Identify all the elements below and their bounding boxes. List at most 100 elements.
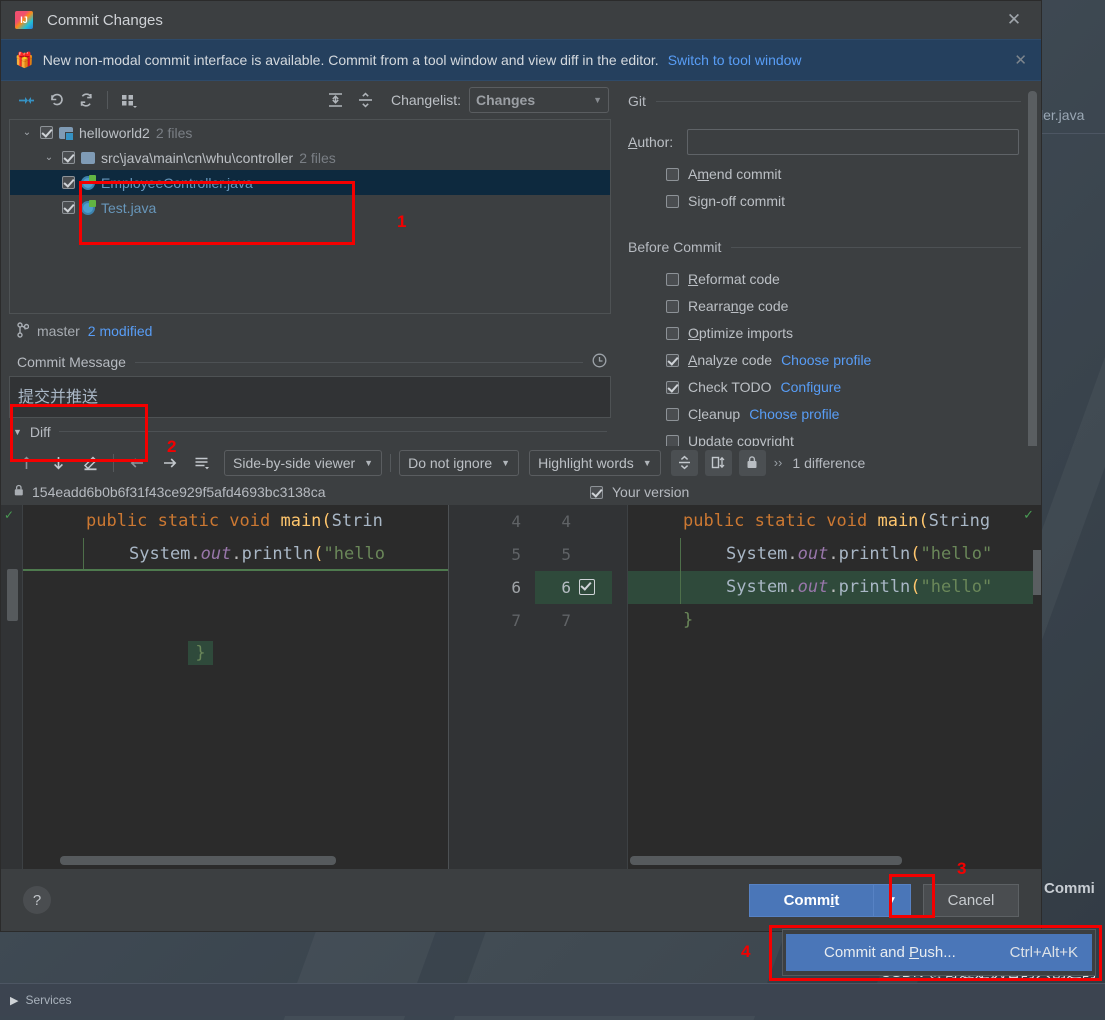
commit-changes-dialog: Commit Changes ✕ 🎁 New non-modal commit … bbox=[0, 0, 1042, 932]
diff-right-hscrollbar[interactable] bbox=[630, 856, 902, 865]
changed-files-tree[interactable]: ⌄ helloworld2 2 files ⌄ src\java\main\cn… bbox=[9, 119, 611, 314]
compare-columns-icon[interactable] bbox=[704, 449, 732, 476]
diff-right-vscrollbar[interactable] bbox=[1033, 504, 1041, 869]
chevron-down-icon[interactable]: ▼ bbox=[13, 427, 22, 437]
author-row: Author: bbox=[620, 129, 1041, 155]
git-branch-icon bbox=[17, 321, 30, 341]
check-todo-checkbox[interactable] bbox=[666, 380, 679, 394]
signoff-commit-checkbox[interactable] bbox=[666, 194, 679, 208]
tree-row-count: 2 files bbox=[155, 124, 193, 141]
collapse-unchanged-icon[interactable] bbox=[670, 449, 698, 476]
optimize-imports-checkbox[interactable] bbox=[666, 326, 679, 340]
check-todo-row[interactable]: Check TODO Configure bbox=[620, 379, 1041, 395]
code-line: } bbox=[23, 568, 448, 665]
services-label[interactable]: Services bbox=[25, 993, 71, 1007]
modified-count-link[interactable]: 2 modified bbox=[88, 323, 153, 339]
chevron-down-icon: ▼ bbox=[593, 95, 602, 105]
accept-all-icon[interactable]: ✓ bbox=[1023, 507, 1034, 523]
tree-row-checkbox[interactable] bbox=[62, 176, 75, 189]
rearrange-code-row[interactable]: Rearrange code bbox=[620, 298, 1041, 314]
cleanup-choose-profile-link[interactable]: Choose profile bbox=[749, 406, 839, 422]
chevron-down-icon[interactable]: ⌄ bbox=[42, 152, 56, 163]
gutter-row: 55 bbox=[449, 538, 612, 571]
right-panel-scrollbar[interactable] bbox=[1028, 91, 1037, 446]
reformat-code-checkbox[interactable] bbox=[666, 272, 679, 286]
notification-banner: 🎁 New non-modal commit interface is avai… bbox=[1, 39, 1041, 81]
gutter-row: 77 bbox=[449, 604, 612, 637]
next-difference-icon[interactable] bbox=[43, 449, 73, 477]
commit-message-input[interactable]: 提交并推送 bbox=[9, 376, 611, 418]
expand-all-icon[interactable] bbox=[321, 86, 351, 114]
status-bar: ▶ Services bbox=[0, 983, 1105, 1016]
update-copyright-row[interactable]: Update copyright bbox=[620, 433, 1041, 446]
accept-change-checkbox[interactable] bbox=[579, 579, 595, 595]
rearrange-code-checkbox[interactable] bbox=[666, 299, 679, 313]
amend-commit-checkbox[interactable] bbox=[666, 167, 679, 181]
refresh-icon[interactable] bbox=[71, 86, 101, 114]
tree-row-checkbox[interactable] bbox=[62, 201, 75, 214]
clock-icon[interactable] bbox=[592, 353, 607, 372]
right-line-number: 6 bbox=[561, 577, 571, 597]
right-column: Git Author: Amend commit Sign-off commit bbox=[619, 81, 1041, 446]
gift-icon: 🎁 bbox=[15, 52, 34, 69]
commit-button[interactable]: Commit bbox=[749, 883, 873, 917]
services-icon[interactable]: ▶ bbox=[10, 994, 18, 1007]
switch-to-tool-window-link[interactable]: Switch to tool window bbox=[668, 52, 802, 68]
your-version-checkbox[interactable] bbox=[590, 485, 603, 499]
author-input[interactable] bbox=[687, 129, 1019, 155]
changelist-select[interactable]: Changes ▼ bbox=[469, 87, 609, 113]
reformat-code-row[interactable]: Reformat code bbox=[620, 271, 1041, 287]
group-by-icon[interactable] bbox=[114, 86, 144, 114]
analyze-choose-profile-link[interactable]: Choose profile bbox=[781, 352, 871, 368]
tree-row-checkbox[interactable] bbox=[40, 126, 53, 139]
background-editor-tab[interactable]: ler.java bbox=[1040, 96, 1105, 134]
right-line-number: 7 bbox=[561, 610, 571, 630]
left-line-number: 6 bbox=[511, 577, 521, 597]
tree-row-checkbox[interactable] bbox=[62, 151, 75, 164]
accept-all-icon[interactable]: ✓ bbox=[4, 508, 14, 522]
menu-item-commit-and-push[interactable]: Commit and Push... Ctrl+Alt+K bbox=[786, 934, 1092, 971]
commit-message-header: Commit Message bbox=[1, 348, 619, 376]
check-todo-configure-link[interactable]: Configure bbox=[781, 379, 842, 395]
toolbar-divider bbox=[390, 453, 392, 472]
help-button[interactable]: ? bbox=[23, 886, 51, 914]
commit-dropdown-arrow-button[interactable]: ▼ bbox=[873, 883, 911, 917]
diff-right-pane[interactable]: public static void main(String System.ou… bbox=[612, 504, 1041, 869]
more-options-icon[interactable]: ›› bbox=[774, 455, 783, 470]
lock-icon[interactable] bbox=[738, 449, 766, 476]
cancel-button[interactable]: Cancel bbox=[923, 883, 1019, 917]
tree-row[interactable]: ⌄ src\java\main\cn\whu\controller 2 file… bbox=[10, 145, 610, 170]
amend-commit-row[interactable]: Amend commit bbox=[620, 166, 1041, 182]
viewer-mode-select[interactable]: Side-by-side viewer ▼ bbox=[224, 449, 383, 476]
previous-difference-icon[interactable] bbox=[11, 449, 41, 477]
highlight-mode-select[interactable]: Highlight words ▼ bbox=[529, 449, 661, 476]
tree-row[interactable]: ⌄ helloworld2 2 files bbox=[10, 120, 610, 145]
diff-settings-icon[interactable] bbox=[186, 449, 216, 477]
diff-left-pane[interactable]: ✓ public static void main(Strin System.o… bbox=[1, 504, 449, 869]
cleanup-checkbox[interactable] bbox=[666, 407, 679, 421]
cleanup-row[interactable]: Cleanup Choose profile bbox=[620, 406, 1041, 422]
collapse-all-icon[interactable] bbox=[351, 86, 381, 114]
show-diff-icon[interactable] bbox=[11, 86, 41, 114]
update-copyright-checkbox[interactable] bbox=[666, 434, 679, 446]
tree-row[interactable]: Test.java bbox=[10, 195, 610, 220]
chevron-down-icon: ▼ bbox=[501, 457, 511, 468]
scrollbar-thumb[interactable] bbox=[1028, 91, 1037, 446]
analyze-code-row[interactable]: Analyze code Choose profile bbox=[620, 352, 1041, 368]
optimize-imports-row[interactable]: Optimize imports bbox=[620, 325, 1041, 341]
analyze-code-checkbox[interactable] bbox=[666, 353, 679, 367]
git-section-header: Git bbox=[620, 93, 1041, 109]
diff-section-header[interactable]: ▼ Diff bbox=[1, 418, 619, 446]
accept-left-icon[interactable] bbox=[122, 449, 152, 477]
rollback-icon[interactable] bbox=[41, 86, 71, 114]
edit-source-icon[interactable] bbox=[75, 449, 105, 477]
gutter-row: 6 6 bbox=[449, 570, 612, 604]
signoff-commit-row[interactable]: Sign-off commit bbox=[620, 193, 1041, 209]
whitespace-mode-select[interactable]: Do not ignore ▼ bbox=[399, 449, 520, 476]
diff-left-hscrollbar[interactable] bbox=[60, 856, 336, 865]
notification-close-icon[interactable]: ✕ bbox=[1014, 51, 1027, 69]
chevron-down-icon[interactable]: ⌄ bbox=[20, 127, 34, 138]
close-icon[interactable]: ✕ bbox=[1005, 11, 1023, 29]
scrollbar-thumb[interactable] bbox=[1033, 549, 1041, 595]
tree-row[interactable]: EmployeeController.java bbox=[10, 170, 610, 195]
